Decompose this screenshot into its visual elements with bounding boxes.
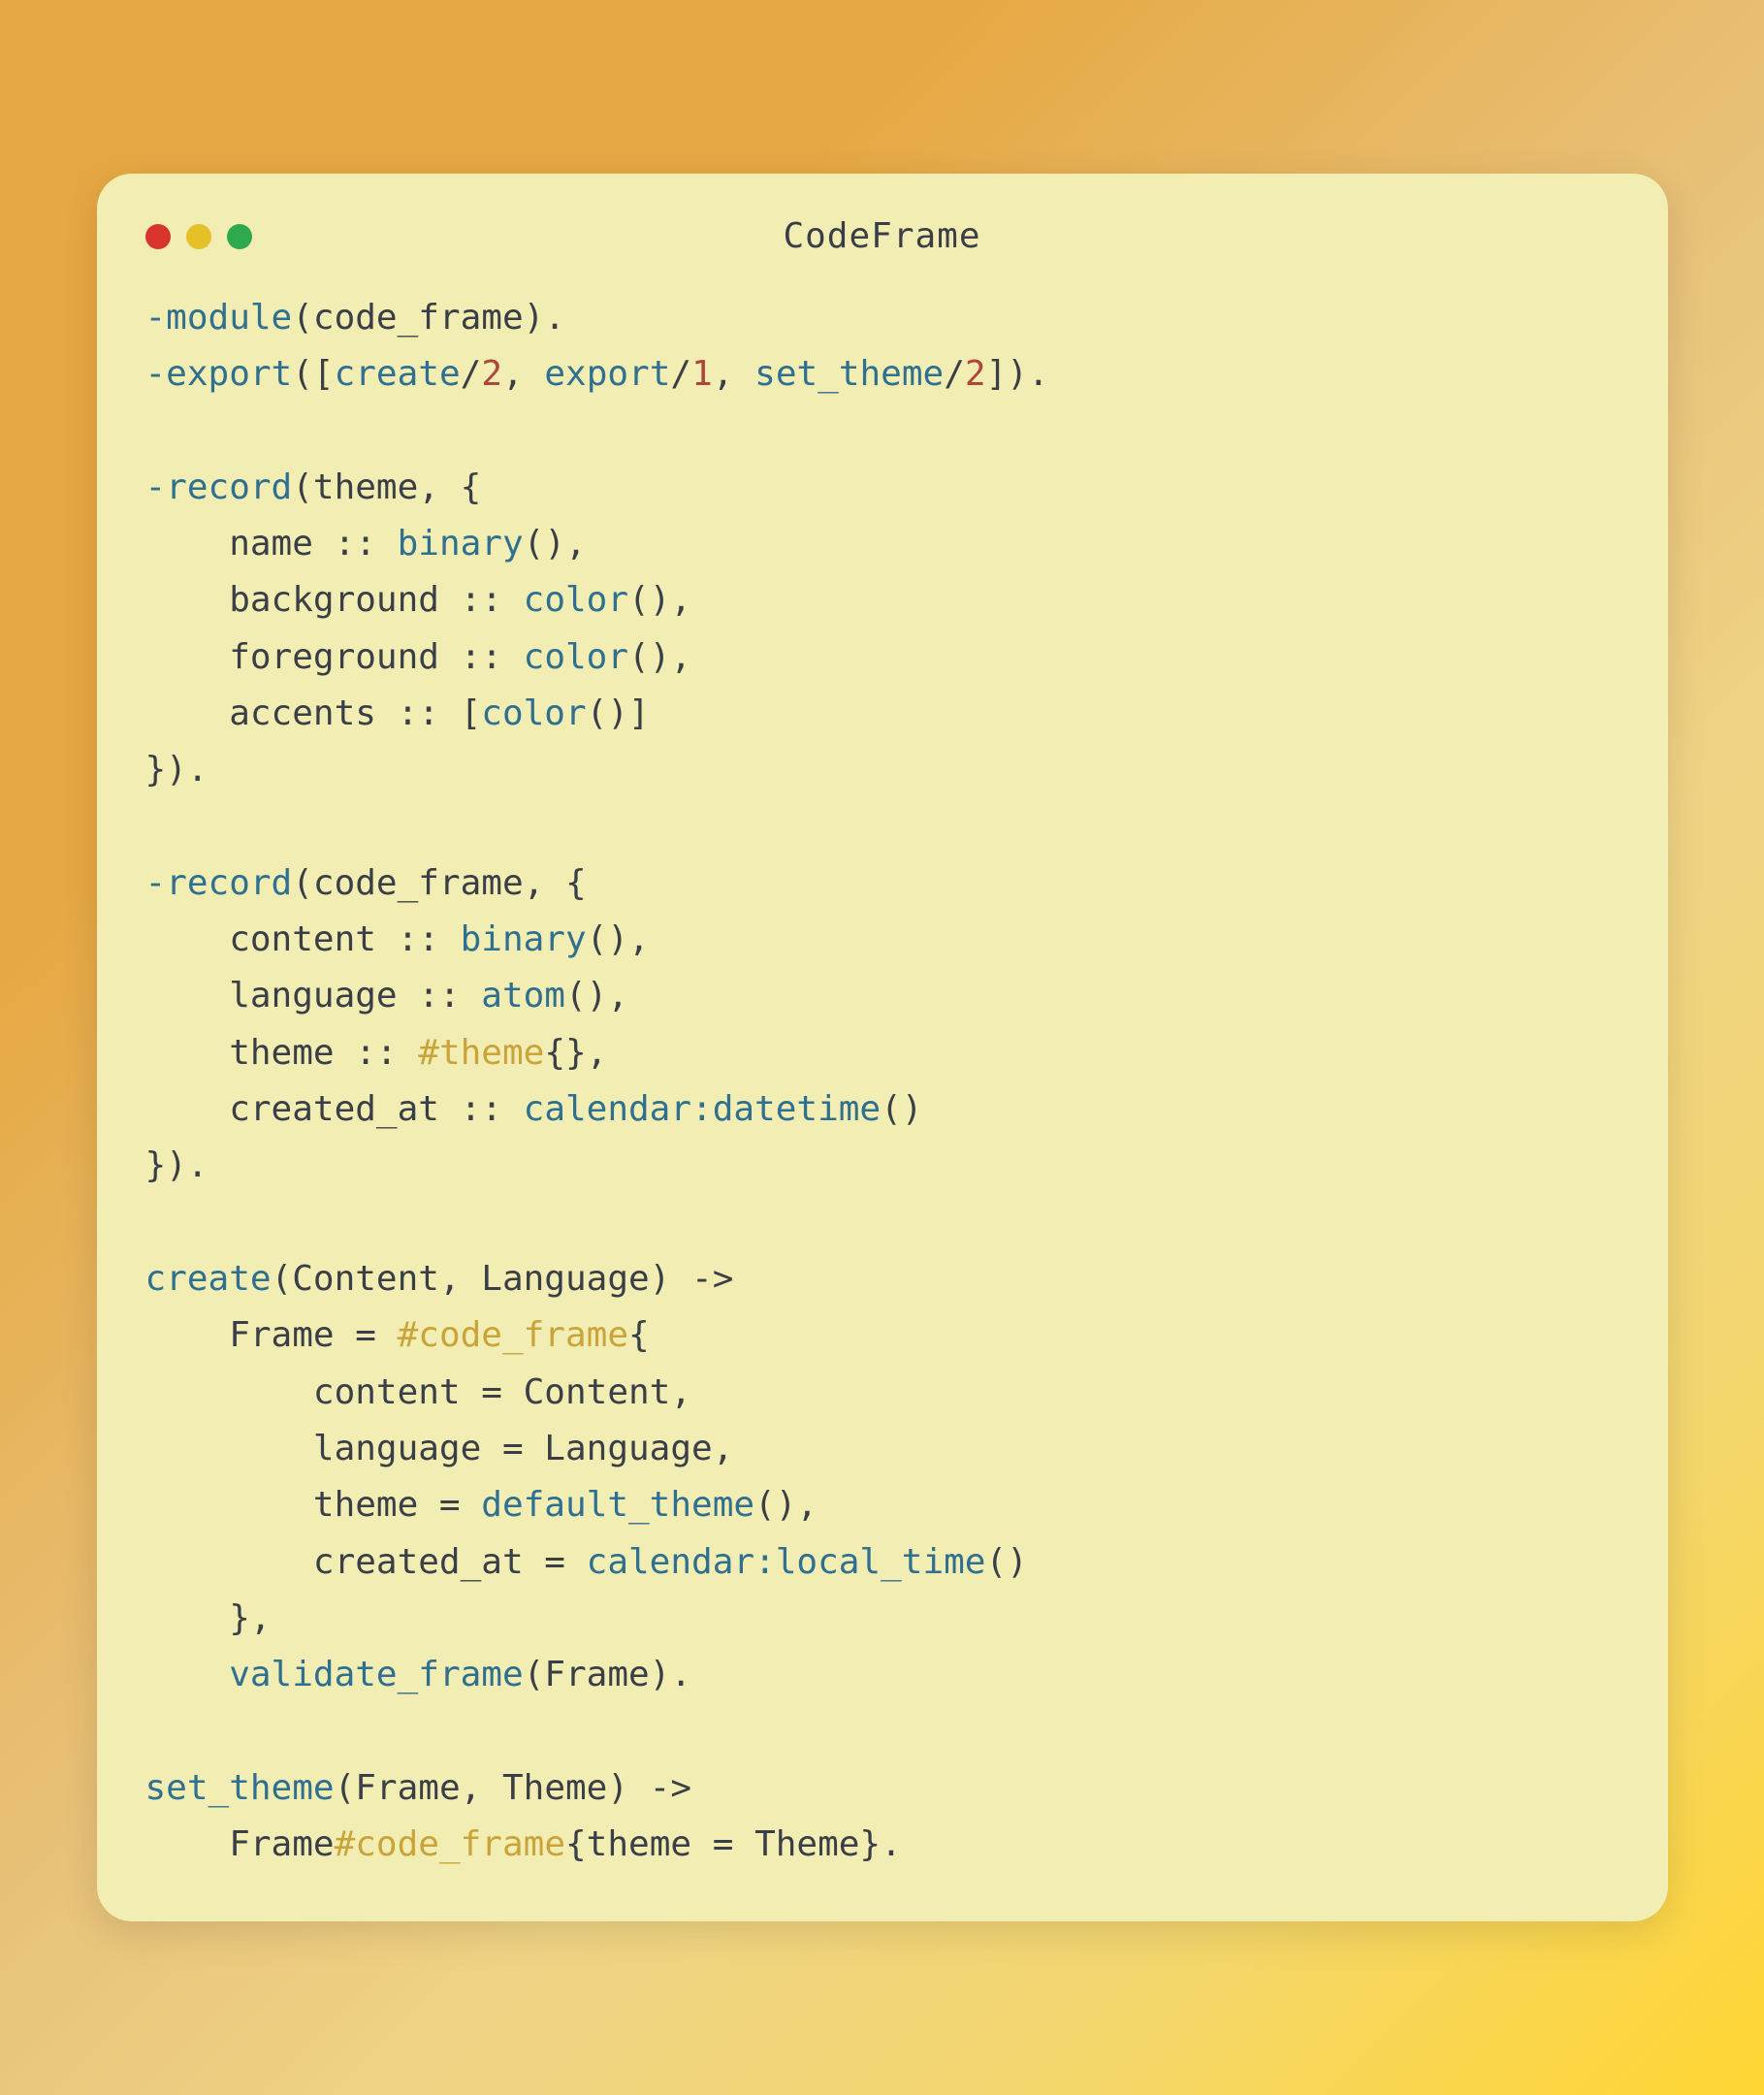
code-token: content :: — [145, 919, 461, 959]
code-token: / — [461, 354, 482, 394]
code-token: validate_frame — [229, 1655, 523, 1694]
code-token: created_at = — [145, 1542, 587, 1582]
code-token: {}, — [544, 1033, 607, 1073]
code-editor[interactable]: -module(code_frame). -export([create/2, … — [145, 290, 1620, 1874]
code-token: create — [335, 354, 461, 394]
code-token: color — [524, 637, 628, 677]
minimize-icon[interactable] — [186, 224, 211, 249]
code-token: ()] — [587, 693, 650, 733]
code-token: atom — [481, 976, 565, 1015]
code-token: create — [145, 1259, 272, 1299]
code-token: }). — [145, 750, 208, 790]
code-token: () — [985, 1542, 1027, 1582]
code-token: 1 — [691, 354, 713, 394]
code-token: foreground :: — [145, 637, 524, 677]
code-token: binary — [461, 919, 587, 959]
code-token: theme :: — [145, 1033, 419, 1073]
code-token: color — [481, 693, 586, 733]
code-token: export — [544, 354, 670, 394]
code-token: (), — [524, 524, 587, 564]
code-token: language = Language, — [145, 1429, 734, 1468]
code-token: (), — [754, 1485, 818, 1525]
code-token: theme = — [145, 1485, 482, 1525]
code-token: -module — [145, 298, 293, 338]
code-token: -record — [145, 863, 293, 903]
code-token: set_theme — [754, 354, 944, 394]
code-token: (code_frame). — [292, 298, 565, 338]
code-token: calendar:datetime — [524, 1089, 881, 1129]
titlebar: CodeFrame — [145, 212, 1620, 261]
code-window: CodeFrame -module(code_frame). -export([… — [97, 174, 1668, 1922]
code-token: / — [944, 354, 965, 394]
code-token: (), — [565, 976, 628, 1015]
code-token: -record — [145, 467, 293, 507]
code-token: default_theme — [481, 1485, 754, 1525]
code-token: (theme, { — [292, 467, 481, 507]
code-token: / — [670, 354, 691, 394]
code-token: Frame — [145, 1824, 335, 1864]
code-token: #code_frame — [398, 1315, 628, 1355]
code-token: (Frame). — [524, 1655, 691, 1694]
code-token: (), — [628, 637, 691, 677]
code-token: () — [881, 1089, 922, 1129]
close-icon[interactable] — [145, 224, 171, 249]
code-token: , — [502, 354, 544, 394]
code-token: binary — [398, 524, 524, 564]
code-token: background :: — [145, 580, 524, 620]
code-token: ]). — [986, 354, 1049, 394]
code-token: , — [713, 354, 754, 394]
code-token: #code_frame — [335, 1824, 565, 1864]
code-token: accents :: [ — [145, 693, 482, 733]
window-title: CodeFrame — [145, 216, 1620, 256]
zoom-icon[interactable] — [227, 224, 252, 249]
code-token: calendar:local_time — [587, 1542, 986, 1582]
code-token: (Frame, Theme) -> — [335, 1768, 691, 1808]
code-token: 2 — [481, 354, 502, 394]
code-token: set_theme — [145, 1768, 335, 1808]
code-token: created_at :: — [145, 1089, 524, 1129]
code-token: }). — [145, 1145, 208, 1185]
code-token: language :: — [145, 976, 482, 1015]
code-token: (), — [587, 919, 650, 959]
code-token: (code_frame, { — [292, 863, 586, 903]
code-token: (Content, Language) -> — [272, 1259, 734, 1299]
code-token: #theme — [418, 1033, 544, 1073]
code-token — [145, 1655, 230, 1694]
code-token: }, — [145, 1598, 272, 1638]
code-token: { — [628, 1315, 650, 1355]
code-token: -export — [145, 354, 293, 394]
code-token: Frame = — [145, 1315, 398, 1355]
code-token: 2 — [965, 354, 986, 394]
code-token: {theme = Theme}. — [565, 1824, 902, 1864]
code-token: color — [524, 580, 628, 620]
code-token: ([ — [292, 354, 334, 394]
traffic-lights — [145, 224, 252, 249]
code-token: name :: — [145, 524, 398, 564]
code-token: (), — [628, 580, 691, 620]
code-token: content = Content, — [145, 1372, 692, 1412]
